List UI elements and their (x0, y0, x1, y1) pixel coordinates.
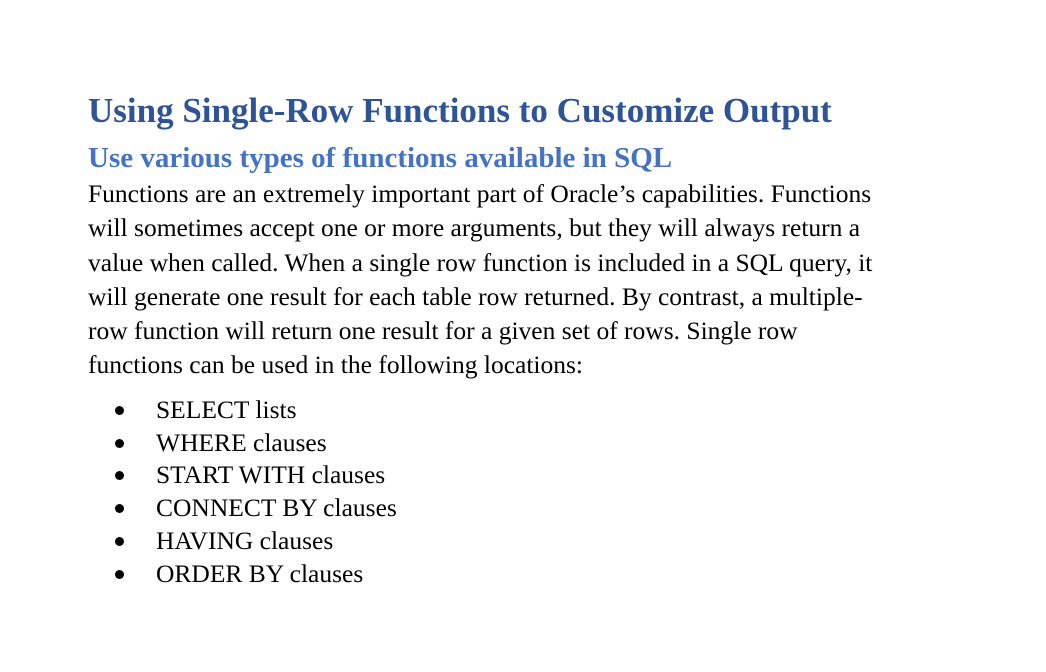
list-item-text: ORDER BY clauses (156, 558, 364, 588)
body-paragraph: Functions are an extremely important par… (88, 177, 988, 383)
document-page: Using Single-Row Functions to Customize … (88, 86, 988, 591)
section-heading: Use various types of functions available… (88, 142, 673, 174)
bullet-icon (115, 438, 124, 448)
bullet-icon (115, 569, 124, 579)
list-item-text: SELECT lists (156, 394, 297, 424)
list-item-text: CONNECT BY clauses (156, 493, 397, 523)
list-item-text: START WITH clauses (156, 460, 386, 490)
paragraph-line: value when called. When a single row fun… (88, 247, 873, 277)
list-item-text: WHERE clauses (156, 427, 327, 457)
list-item: START WITH clauses (88, 459, 988, 492)
bullet-icon (115, 405, 124, 415)
list-item: ORDER BY clauses (88, 558, 988, 591)
paragraph-line: will generate one result for each table … (88, 281, 863, 311)
paragraph-line: row function will return one result for … (88, 316, 798, 346)
paragraph-line: functions can be used in the following l… (88, 350, 584, 380)
list-item: HAVING clauses (88, 525, 988, 558)
paragraph-line: Functions are an extremely important par… (88, 179, 872, 208)
locations-list: SELECT lists WHERE clauses START WITH cl… (88, 394, 988, 591)
bullet-icon (115, 471, 124, 481)
document-title: Using Single-Row Functions to Customize … (88, 91, 832, 130)
list-item: SELECT lists (88, 394, 988, 427)
bullet-icon (115, 504, 124, 514)
paragraph-line: will sometimes accept one or more argume… (88, 213, 861, 243)
list-item: WHERE clauses (88, 427, 988, 460)
list-item-text: HAVING clauses (156, 525, 334, 555)
bullet-icon (115, 536, 124, 546)
list-item: CONNECT BY clauses (88, 492, 988, 525)
